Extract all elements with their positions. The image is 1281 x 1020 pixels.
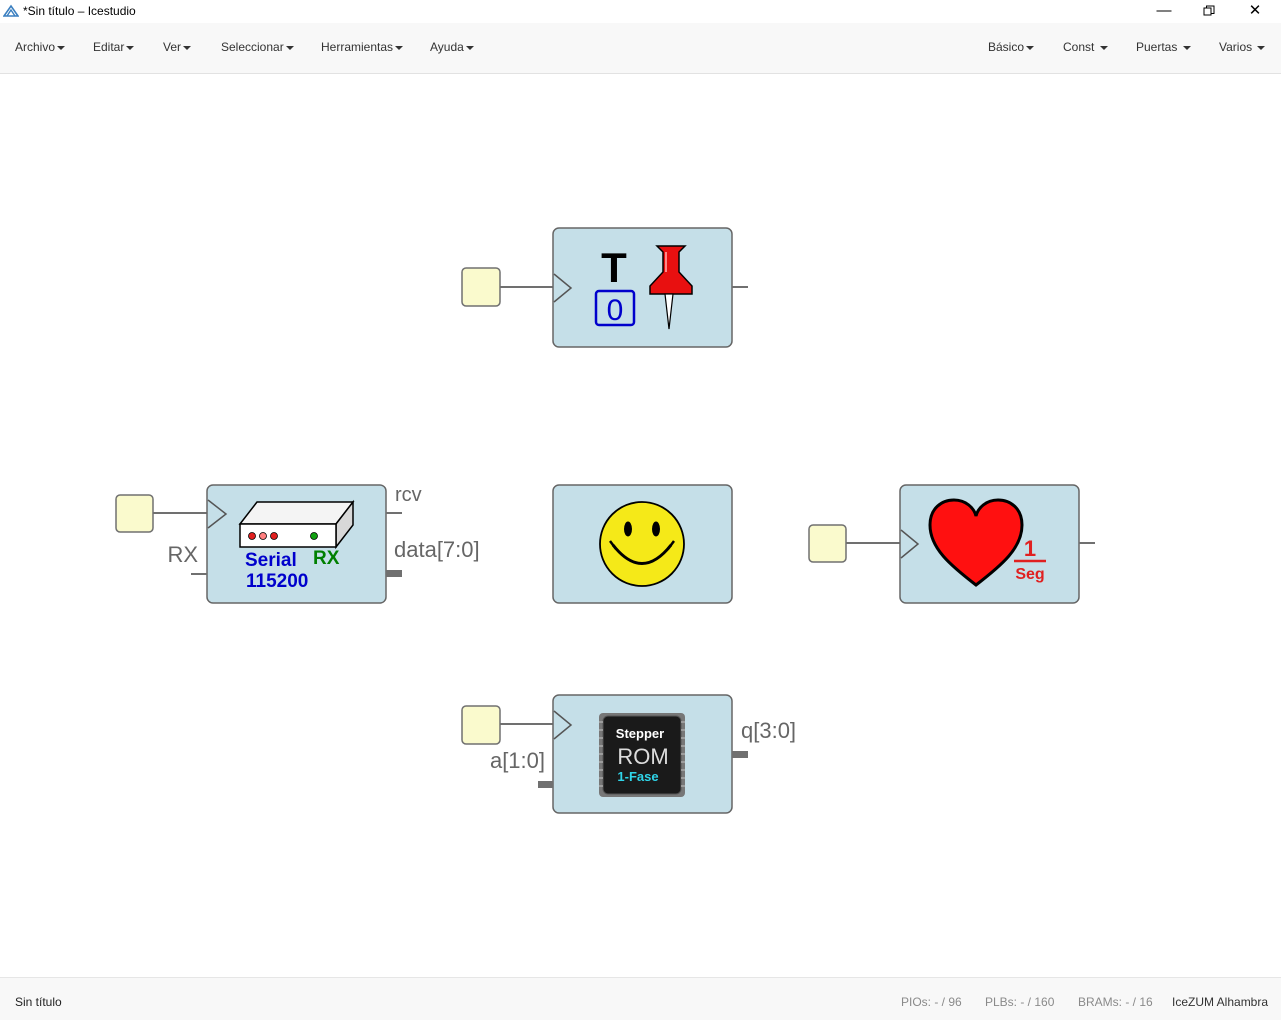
menu-puertas[interactable]: Puertas <box>1136 40 1191 54</box>
caret-down-icon <box>57 45 66 50</box>
heartbeat-den: Seg <box>1015 566 1044 583</box>
rom-label: ROM <box>617 744 668 769</box>
menu-varios[interactable]: Varios <box>1219 40 1266 54</box>
status-plbs: PLBs: - / 160 <box>985 995 1055 1009</box>
port-label-rcv: rcv <box>395 484 422 506</box>
heartbeat-clk-input-port[interactable] <box>808 524 847 563</box>
caret-down-icon <box>1257 45 1266 50</box>
status-brams: BRAMs: - / 16 <box>1078 995 1153 1009</box>
caret-down-icon <box>285 45 294 50</box>
status-bar: Sin título PIOs: - / 96 PLBs: - / 160 BR… <box>0 977 1281 1020</box>
menu-varios-label: Varios <box>1219 40 1253 54</box>
modem-icon <box>238 499 355 550</box>
caret-down-icon <box>183 45 192 50</box>
menu-editar-label: Editar <box>93 40 125 54</box>
caret-down-icon <box>1182 45 1191 50</box>
caret-down-icon <box>465 45 474 50</box>
icestudio-logo-icon <box>3 4 19 17</box>
menu-ver[interactable]: Ver <box>163 40 192 54</box>
restore-icon[interactable] <box>1186 0 1232 23</box>
heartbeat-block-group: 1 Seg <box>808 484 1095 604</box>
menu-seleccionar[interactable]: Seleccionar <box>221 40 294 54</box>
menu-herramientas[interactable]: Herramientas <box>321 40 404 54</box>
smiley-icon <box>599 501 685 587</box>
q-output-pin <box>732 751 748 758</box>
menu-const-label: Const <box>1063 40 1095 54</box>
status-pios: PIOs: - / 96 <box>901 995 962 1009</box>
menu-basico[interactable]: Básico <box>988 40 1035 54</box>
menu-herramientas-label: Herramientas <box>321 40 394 54</box>
port-label-address: a[1:0] <box>490 748 545 773</box>
rom-block-group: a[1:0] q[3:0] Stepper ROM 1-Fase <box>461 694 796 814</box>
title-bar: *Sin título – Icestudio — ✕ <box>0 0 1281 23</box>
heartbeat-num: 1 <box>1024 536 1036 561</box>
data-output-pin <box>386 570 402 577</box>
toggle-input-port[interactable] <box>461 267 501 307</box>
serial-rx-label: RX <box>313 548 340 569</box>
serial-label: Serial <box>245 550 297 571</box>
status-filename: Sin título <box>15 995 62 1009</box>
port-label-q: q[3:0] <box>741 718 796 743</box>
close-icon[interactable]: ✕ <box>1232 0 1278 23</box>
address-input-pin <box>538 781 553 788</box>
caret-down-icon <box>1026 45 1035 50</box>
design-canvas[interactable]: T 0 RX rcv data[7:0] Serial RX 115200 1 … <box>0 74 1281 977</box>
rom-mode: 1-Fase <box>617 769 658 784</box>
toggle-block[interactable] <box>552 227 733 348</box>
menu-basico-label: Básico <box>988 40 1025 54</box>
circuit-diagram: T 0 RX rcv data[7:0] Serial RX 115200 1 … <box>115 227 1095 814</box>
toggle-letter: T <box>601 244 627 291</box>
toggle-value: 0 <box>607 294 624 327</box>
caret-down-icon <box>395 45 404 50</box>
window-title: *Sin título – Icestudio <box>23 4 136 18</box>
serial-clk-input-port[interactable] <box>115 494 154 533</box>
baud-label: 115200 <box>246 571 308 592</box>
toggle-block-group: T 0 <box>461 227 748 348</box>
menu-ayuda-label: Ayuda <box>430 40 464 54</box>
caret-down-icon <box>126 45 135 50</box>
caret-down-icon <box>1099 45 1108 50</box>
menu-puertas-label: Puertas <box>1136 40 1178 54</box>
menu-archivo[interactable]: Archivo <box>15 40 66 54</box>
minimize-icon[interactable]: — <box>1141 0 1187 23</box>
menu-editar[interactable]: Editar <box>93 40 135 54</box>
serial-rx-block-group: RX rcv data[7:0] Serial RX 115200 <box>115 484 480 604</box>
menu-const[interactable]: Const <box>1063 40 1108 54</box>
port-label-data: data[7:0] <box>394 537 480 562</box>
menu-bar: Archivo Editar Ver Seleccionar Herramien… <box>0 23 1281 74</box>
rom-title: Stepper <box>616 726 664 741</box>
status-board[interactable]: IceZUM Alhambra <box>1172 995 1268 1009</box>
menu-archivo-label: Archivo <box>15 40 56 54</box>
menu-ayuda[interactable]: Ayuda <box>430 40 474 54</box>
menu-ver-label: Ver <box>163 40 182 54</box>
port-label-rx: RX <box>167 542 198 567</box>
smiley-block-group <box>552 484 733 604</box>
menu-seleccionar-label: Seleccionar <box>221 40 284 54</box>
rom-clk-input-port[interactable] <box>461 705 501 745</box>
